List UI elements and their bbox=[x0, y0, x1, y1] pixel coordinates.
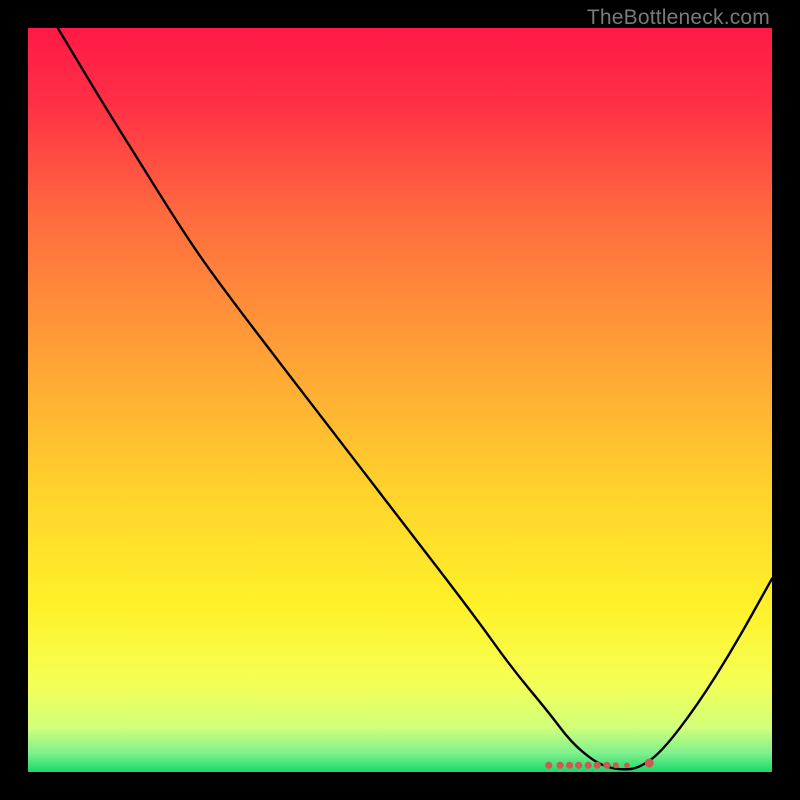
watermark-text: TheBottleneck.com bbox=[587, 6, 770, 30]
marker-dot bbox=[603, 762, 610, 769]
marker-dot bbox=[613, 762, 619, 768]
chart-frame: TheBottleneck.com bbox=[0, 0, 800, 800]
marker-dot bbox=[545, 762, 552, 769]
plot-area bbox=[28, 28, 772, 772]
chart-svg bbox=[28, 28, 772, 772]
marker-dot bbox=[556, 762, 563, 769]
marker-dot bbox=[594, 762, 601, 769]
marker-dot bbox=[585, 762, 592, 769]
marker-dot bbox=[566, 762, 573, 769]
gradient-background bbox=[28, 28, 772, 772]
marker-dot bbox=[624, 763, 630, 769]
marker-dot bbox=[645, 759, 654, 768]
marker-dot bbox=[575, 762, 582, 769]
